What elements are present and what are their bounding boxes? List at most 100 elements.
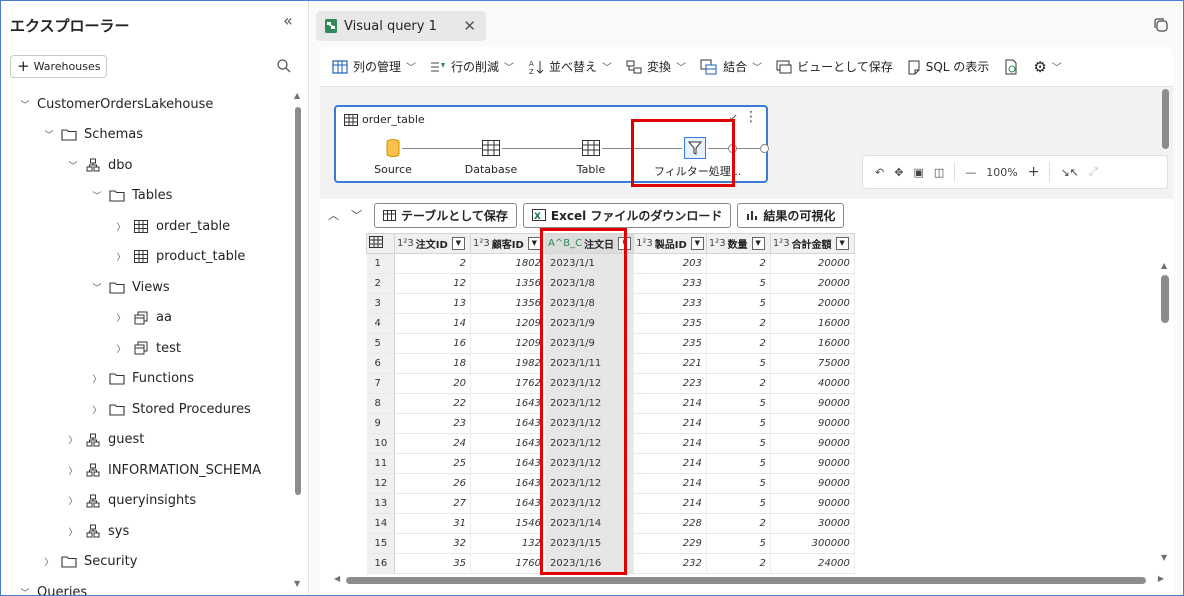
scrollbar-thumb[interactable] (295, 107, 301, 495)
table-cell[interactable]: 228 (633, 513, 707, 534)
table-cell[interactable]: 20000 (770, 293, 855, 314)
chevron-up-icon[interactable]: ︿ (328, 207, 339, 223)
table-row[interactable]: 8 22 1643 2023/1/12 214 5 90000 (366, 393, 855, 414)
row-number[interactable]: 5 (366, 333, 395, 354)
save-as-table-button[interactable]: テーブルとして保存 (374, 202, 517, 228)
table-cell[interactable]: 22 (394, 393, 471, 414)
table-cell[interactable]: 2023/1/14 (545, 513, 635, 534)
table-row[interactable]: 11 25 1643 2023/1/12 214 5 90000 (366, 453, 855, 474)
table-cell[interactable]: 2 (706, 373, 771, 394)
table-cell[interactable]: 1209 (470, 313, 546, 334)
row-number[interactable]: 7 (366, 373, 395, 394)
table-cell[interactable]: 27 (394, 493, 471, 514)
minimap-icon[interactable]: ◫ (934, 166, 944, 179)
table-cell[interactable]: 1643 (470, 473, 546, 494)
table-cell[interactable]: 2023/1/9 (545, 313, 635, 334)
table-cell[interactable]: 2 (394, 253, 471, 274)
row-number[interactable]: 8 (366, 393, 395, 414)
table-cell[interactable]: 35 (394, 553, 471, 574)
tree-item-sys[interactable]: 〉 sys (67, 520, 129, 542)
table-cell[interactable]: 2 (706, 253, 771, 274)
table-row[interactable]: 4 14 1209 2023/1/9 235 2 16000 (366, 313, 855, 334)
table-cell[interactable]: 5 (706, 433, 771, 454)
table-cell[interactable]: 1546 (470, 513, 546, 534)
chevron-right-icon[interactable]: 〉 (43, 555, 55, 568)
tree-item-queries[interactable]: ﹀ Queries (19, 581, 87, 596)
tree-item-aa[interactable]: 〉 aa (115, 307, 171, 329)
table-cell[interactable]: 1643 (470, 493, 546, 514)
table-cell[interactable]: 75000 (770, 353, 855, 374)
table-cell[interactable]: 5 (706, 473, 771, 494)
column-header[interactable]: 1²3 注文ID ▼ (394, 233, 471, 254)
row-number[interactable]: 3 (366, 293, 395, 314)
table-cell[interactable]: 233 (633, 293, 707, 314)
table-cell[interactable]: 24 (394, 433, 471, 454)
table-cell[interactable]: 2023/1/12 (545, 473, 635, 494)
table-cell[interactable]: 2 (706, 553, 771, 574)
table-cell[interactable]: 232 (633, 553, 707, 574)
table-cell[interactable]: 20000 (770, 253, 855, 274)
chevron-right-icon[interactable]: 〉 (67, 433, 79, 446)
close-icon[interactable]: ✕ (463, 17, 476, 35)
column-dropdown-icon[interactable]: ▼ (751, 237, 765, 250)
table-cell[interactable]: 2023/1/12 (545, 493, 635, 514)
query-card[interactable]: order_table ↙ ⋮ Source Database Table フィ… (334, 105, 769, 183)
table-cell[interactable]: 16000 (770, 313, 855, 334)
table-cell[interactable]: 20 (394, 373, 471, 394)
table-cell[interactable]: 1356 (470, 293, 546, 314)
chevron-right-icon[interactable]: 〉 (91, 403, 103, 416)
table-cell[interactable]: 1982 (470, 353, 546, 374)
table-cell[interactable]: 235 (633, 333, 707, 354)
table-cell[interactable]: 223 (633, 373, 707, 394)
row-number[interactable]: 14 (366, 513, 395, 534)
copy-icon[interactable] (1153, 17, 1169, 36)
table-cell[interactable]: 5 (706, 413, 771, 434)
tree-item-views[interactable]: ﹀ Views (91, 276, 169, 298)
step-source[interactable]: Source (358, 137, 428, 176)
table-cell[interactable]: 214 (633, 413, 707, 434)
chevron-down-icon[interactable]: ﹀ (91, 281, 103, 294)
table-cell[interactable]: 31 (394, 513, 471, 534)
step-database[interactable]: Database (456, 137, 526, 176)
table-cell[interactable]: 235 (633, 313, 707, 334)
table-cell[interactable]: 233 (633, 273, 707, 294)
tree-item-dbo[interactable]: ﹀ dbo (67, 154, 132, 176)
fit-to-screen-icon[interactable]: ▣ (913, 166, 923, 179)
tree-item-tables[interactable]: ﹀ Tables (91, 185, 172, 207)
table-cell[interactable]: 1643 (470, 433, 546, 454)
table-cell[interactable]: 90000 (770, 413, 855, 434)
tree-item-stored-procedures[interactable]: 〉 Stored Procedures (91, 398, 250, 420)
chevron-right-icon[interactable]: 〉 (91, 372, 103, 385)
tree-item-information-schema[interactable]: 〉 INFORMATION_SCHEMA (67, 459, 261, 481)
table-cell[interactable]: 5 (706, 533, 771, 554)
table-cell[interactable]: 20000 (770, 273, 855, 294)
table-row[interactable]: 9 23 1643 2023/1/12 214 5 90000 (366, 413, 855, 434)
table-cell[interactable]: 1643 (470, 393, 546, 414)
collapse-panel-icon[interactable]: « (283, 11, 293, 30)
table-cell[interactable]: 25 (394, 453, 471, 474)
table-cell[interactable]: 2023/1/9 (545, 333, 635, 354)
remove-rows-button[interactable]: 行の削減 ﹀ (430, 58, 514, 75)
table-cell[interactable]: 23 (394, 413, 471, 434)
column-filter-icon[interactable]: ⊽ (618, 237, 632, 250)
download-excel-button[interactable]: X Excel ファイルのダウンロード (522, 202, 732, 228)
diagram-canvas[interactable]: order_table ↙ ⋮ Source Database Table フィ… (320, 87, 1173, 199)
table-cell[interactable]: 5 (706, 393, 771, 414)
tree-item-functions[interactable]: 〉 Functions (91, 368, 194, 390)
table-row[interactable]: 2 12 1356 2023/1/8 233 5 20000 (366, 273, 855, 294)
column-header[interactable]: 1²3 合計金額 ▼ (769, 233, 855, 254)
table-cell[interactable]: 5 (706, 453, 771, 474)
combine-button[interactable]: 結合 ﹀ (700, 58, 762, 75)
manage-columns-button[interactable]: 列の管理 ﹀ (332, 58, 416, 75)
output-handle[interactable] (760, 144, 769, 153)
table-cell[interactable]: 1760 (470, 553, 546, 574)
row-number[interactable]: 16 (366, 553, 395, 574)
table-cell[interactable]: 13 (394, 293, 471, 314)
table-cell[interactable]: 2023/1/12 (545, 393, 635, 414)
column-header[interactable]: A^B_C 注文日 ⊽ (544, 233, 635, 254)
scroll-right-icon[interactable]: ▶ (1158, 574, 1164, 583)
chevron-down-icon[interactable]: ﹀ (19, 586, 31, 596)
column-dropdown-icon[interactable]: ▼ (690, 237, 704, 250)
table-cell[interactable]: 5 (706, 493, 771, 514)
table-cell[interactable]: 1356 (470, 273, 546, 294)
